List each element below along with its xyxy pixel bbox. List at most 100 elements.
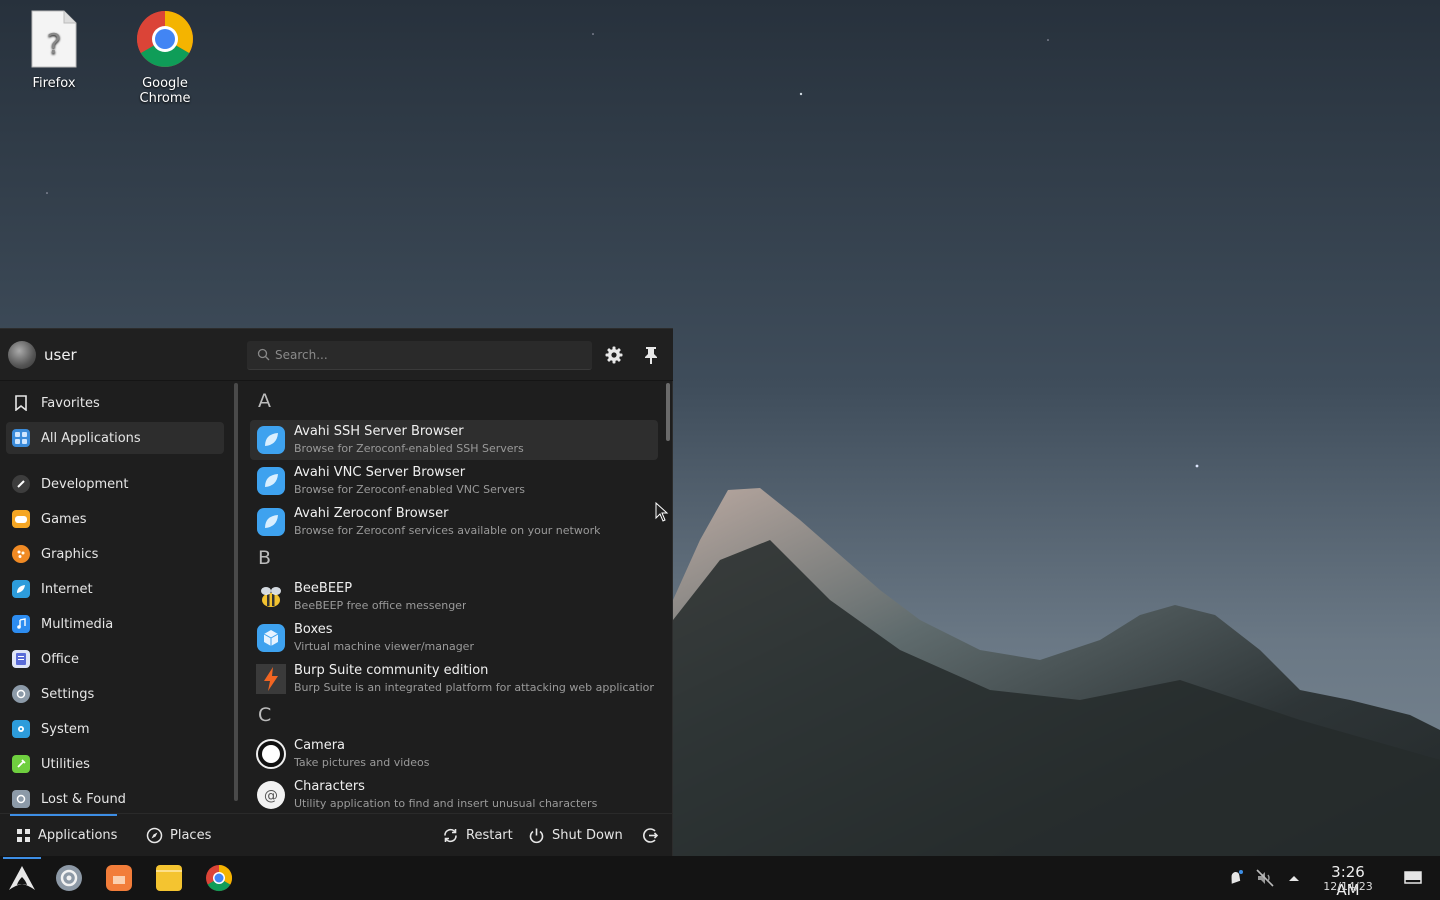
taskbar-file-manager[interactable] (153, 862, 185, 894)
category-label: Multimedia (41, 616, 114, 632)
list-item[interactable]: Avahi SSH Server Browser Browse for Zero… (250, 420, 658, 460)
desktop-icon-firefox[interactable]: ? Firefox (4, 8, 104, 91)
gear-icon[interactable] (604, 345, 624, 365)
tab-applications[interactable]: Applications (16, 814, 117, 856)
app-description: BeeBEEP free office messenger (294, 599, 467, 612)
chrome-icon (206, 864, 233, 892)
category-label: Settings (41, 686, 95, 702)
app-launcher-button[interactable] (6, 862, 38, 894)
internet-icon (12, 580, 30, 598)
app-name: Boxes (294, 622, 333, 637)
folder-icon (156, 865, 182, 891)
graphics-icon (12, 545, 30, 563)
notification-icon[interactable] (1226, 868, 1246, 888)
category-label: Office (41, 651, 79, 667)
app-name: Camera (294, 738, 346, 753)
search-icon (257, 348, 270, 361)
shutdown-button[interactable]: Shut Down (528, 814, 623, 856)
logout-button[interactable] (642, 814, 666, 856)
settings-icon (56, 865, 82, 891)
list-item[interactable]: Camera Take pictures and videos (250, 734, 658, 774)
taskbar: 3:26 AM 12/14/23 (0, 856, 1440, 900)
taskbar-chrome[interactable] (203, 862, 235, 894)
category-all-applications[interactable]: All Applications (6, 422, 224, 454)
category-label: Internet (41, 581, 93, 597)
app-name: Avahi SSH Server Browser (294, 424, 464, 439)
bookmark-icon (12, 394, 30, 412)
unknown-file-icon: ? (25, 8, 83, 70)
taskbar-store[interactable] (103, 862, 135, 894)
app-name: Characters (294, 779, 365, 794)
svg-text:?: ? (47, 27, 62, 60)
settings-icon (12, 685, 30, 703)
grid-icon (12, 429, 30, 447)
tab-label: Applications (38, 827, 118, 843)
volume-muted-icon[interactable] (1255, 868, 1275, 888)
chrome-icon (136, 8, 194, 70)
avahi-icon (257, 426, 285, 454)
restart-icon (444, 828, 457, 842)
app-description: Browse for Zeroconf-enabled SSH Servers (294, 442, 524, 455)
taskbar-system-settings[interactable] (53, 862, 85, 894)
camera-icon (256, 739, 286, 769)
development-icon (12, 475, 30, 493)
category-internet[interactable]: Internet (6, 573, 224, 605)
category-label: Graphics (41, 546, 99, 562)
menu-footer: Applications Places Restart Shut Down (0, 813, 673, 857)
app-name: Avahi Zeroconf Browser (294, 506, 449, 521)
category-scrollbar[interactable] (234, 383, 238, 801)
pin-icon[interactable] (641, 345, 661, 365)
list-item[interactable]: BeeBEEP BeeBEEP free office messenger (250, 577, 658, 617)
category-label: Games (41, 511, 87, 527)
mouse-cursor-icon (655, 502, 669, 522)
chevron-up-icon[interactable] (1284, 868, 1304, 888)
app-list-scrollbar[interactable] (666, 383, 670, 441)
user-name[interactable]: user (44, 346, 77, 364)
list-item[interactable]: Avahi Zeroconf Browser Browse for Zeroco… (250, 502, 658, 542)
boxes-icon (257, 624, 285, 652)
app-description: Utility application to find and insert u… (294, 797, 598, 810)
category-games[interactable]: Games (6, 503, 224, 535)
store-icon (106, 865, 132, 891)
restart-button[interactable]: Restart (442, 814, 513, 856)
button-label: Restart (466, 827, 513, 843)
category-list: Favorites All Applications Development G… (0, 382, 232, 812)
category-multimedia[interactable]: Multimedia (6, 608, 224, 640)
search-input[interactable] (275, 345, 575, 365)
clock-date[interactable]: 12/14/23 (1318, 880, 1378, 893)
list-item[interactable]: Avahi VNC Server Browser Browse for Zero… (250, 461, 658, 501)
utilities-icon (12, 755, 30, 773)
avahi-icon (257, 508, 285, 536)
list-item[interactable]: Burp Suite community edition Burp Suite … (250, 659, 658, 699)
desktop-icon-label: Firefox (32, 76, 76, 91)
category-lost-found[interactable]: Lost & Found (6, 783, 224, 815)
launcher-active-indicator (3, 857, 41, 859)
category-graphics[interactable]: Graphics (6, 538, 224, 570)
category-label: Favorites (41, 395, 100, 411)
tab-places[interactable]: Places (146, 814, 211, 856)
category-settings[interactable]: Settings (6, 678, 224, 710)
arch-logo-icon (9, 866, 35, 890)
menu-header: user (0, 329, 673, 381)
games-icon (12, 510, 30, 528)
category-office[interactable]: Office (6, 643, 224, 675)
tab-label: Places (170, 827, 212, 843)
category-development[interactable]: Development (6, 468, 224, 500)
category-label: All Applications (41, 430, 141, 446)
list-item[interactable]: @ Characters Utility application to find… (250, 775, 658, 812)
multimedia-icon (12, 615, 30, 633)
avatar[interactable] (8, 341, 36, 369)
desktop-icon-label: Google Chrome (139, 76, 191, 106)
app-description: Take pictures and videos (294, 756, 430, 769)
category-utilities[interactable]: Utilities (6, 748, 224, 780)
logout-icon (643, 827, 659, 843)
desktop-icon-google-chrome[interactable]: Google Chrome (115, 8, 215, 106)
search-box[interactable] (247, 341, 592, 370)
system-icon (12, 720, 30, 738)
category-label: System (41, 721, 90, 737)
category-favorites[interactable]: Favorites (6, 387, 224, 419)
category-system[interactable]: System (6, 713, 224, 745)
burp-icon (256, 664, 286, 694)
show-desktop-icon[interactable] (1404, 870, 1422, 886)
list-item[interactable]: Boxes Virtual machine viewer/manager (250, 618, 658, 658)
